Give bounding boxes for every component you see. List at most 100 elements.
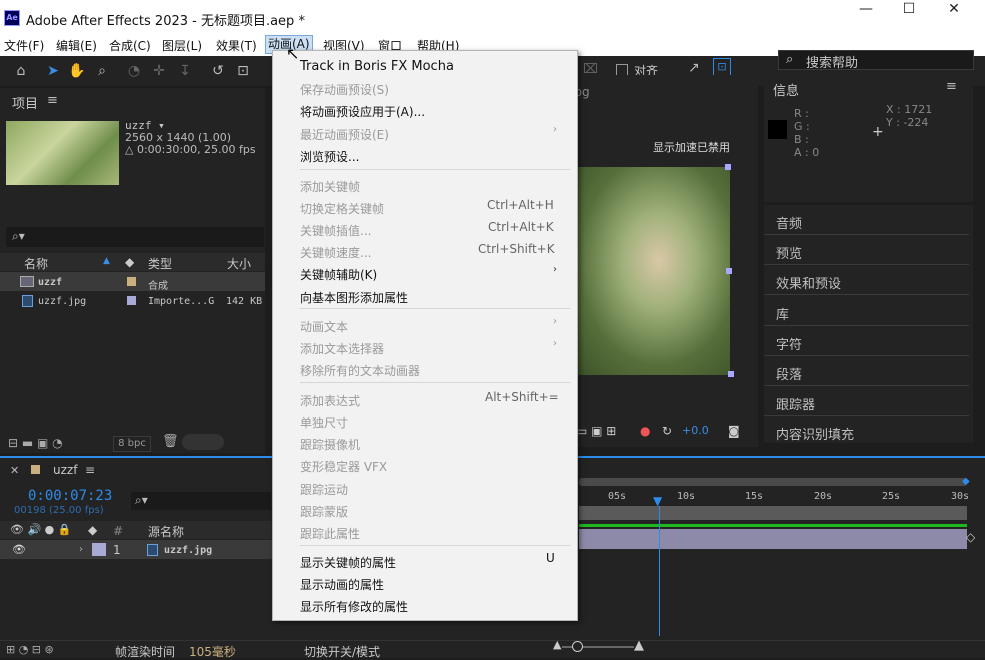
menu-composition[interactable]: 合成(C) [109,37,151,54]
orbit-tool-icon[interactable]: ◔ [125,62,143,80]
transform-handle[interactable] [725,164,731,170]
panel-character[interactable]: 字符 [776,334,802,353]
interpret-footage-icon[interactable]: ⊟ ▬ ▣ ◔ [8,436,63,450]
timeline-comp-tab[interactable]: uzzf [53,463,77,477]
expand-icon[interactable]: ↗ [688,60,700,76]
selection-tool-icon[interactable]: ➤ [44,62,62,80]
layer-duration-bar[interactable] [579,529,967,549]
minimize-button[interactable]: — [843,0,889,20]
panel-menu-icon[interactable]: ≡ [47,93,58,108]
zoom-in-icon[interactable]: ▲ [634,638,644,653]
pan-tool-icon[interactable]: ✛ [150,62,168,80]
menu-item-toggle-hold-keyframe[interactable]: 切换定格关键帧 [300,200,384,217]
column-type[interactable]: 类型 [148,255,172,272]
menu-item-track-this-property[interactable]: 跟踪此属性 [300,525,360,542]
footer-switch-icons[interactable]: ⊞ ◔ ⊟ ⊛ [6,643,54,656]
menu-item-separate-dimensions[interactable]: 单独尺寸 [300,414,348,431]
menu-item-reveal-keyframe-properties[interactable]: 显示关键帧的属性 [300,554,396,571]
viewer-controls[interactable]: ▭ ▣ ⊞ [576,424,616,438]
layer-label-color[interactable] [92,543,106,556]
transform-handle[interactable] [726,268,732,274]
current-timecode[interactable]: 0:00:07:23 [28,488,112,504]
anchor-tool-icon[interactable]: ⊡ [234,62,252,80]
composition-preview-image[interactable] [572,167,730,375]
channel-icon[interactable]: ● [640,424,650,438]
menu-item-track-mocha[interactable]: Track in Boris FX Mocha [300,59,454,74]
panel-preview[interactable]: 预览 [776,243,802,262]
rotate-tool-icon[interactable]: ↺ [209,62,227,80]
work-area-bar[interactable] [579,478,967,486]
keyframe-navigator-icon[interactable]: ◇ [966,530,975,544]
menu-item-add-expression[interactable]: 添加表达式 [300,392,360,409]
menu-item-warp-stabilizer[interactable]: 变形稳定器 VFX [300,458,387,475]
menu-item-keyframe-velocity[interactable]: 关键帧速度... [300,244,371,261]
panel-libraries[interactable]: 库 [776,304,789,323]
menu-item-save-preset[interactable]: 保存动画预设(S) [300,81,389,98]
column-source-name[interactable]: 源名称 [148,523,184,540]
transform-handle[interactable] [728,371,734,377]
menu-file[interactable]: 文件(F) [4,37,44,54]
exposure-value[interactable]: +0.0 [682,424,709,437]
layer-row[interactable] [0,540,272,559]
maximize-button[interactable]: ☐ [886,0,932,20]
toggle-switches-modes-button[interactable]: 切换开关/模式 [304,643,380,660]
menu-item-track-motion[interactable]: 跟踪运动 [300,481,348,498]
menu-item-browse-presets[interactable]: 浏览预设... [300,148,359,165]
trash-icon[interactable]: 🗑 [162,434,179,449]
snapshot-icon[interactable]: ◙ [728,424,740,438]
project-search-input[interactable] [6,227,264,247]
panel-audio[interactable]: 音频 [776,213,802,232]
hand-tool-icon[interactable]: ✋ [68,62,86,80]
panel-menu-icon[interactable]: ≡ [85,463,95,477]
menu-item-add-text-selector[interactable]: 添加文本选择器 [300,340,384,357]
project-slider[interactable] [182,434,224,450]
zoom-tool-icon[interactable]: ⌕ [93,62,111,80]
close-button[interactable]: ✕ [931,0,977,20]
menu-item-remove-text-animators[interactable]: 移除所有的文本动画器 [300,362,420,379]
menu-item-add-keyframe[interactable]: 添加关键帧 [300,178,360,195]
panel-menu-icon[interactable]: ≡ [946,79,957,94]
label-tag-icon[interactable]: ◆ [88,523,97,537]
home-icon[interactable]: ⌂ [12,62,30,80]
panel-paragraph[interactable]: 段落 [776,364,802,383]
panel-content-aware-fill[interactable]: 内容识别填充 [776,424,854,443]
av-switch-icons[interactable]: 👁 🔊 ● 🔒 [10,523,71,536]
menu-item-add-to-essential-graphics[interactable]: 向基本图形添加属性 [300,289,408,306]
reset-exposure-icon[interactable]: ↻ [662,424,672,438]
menu-item-track-mask[interactable]: 跟踪蒙版 [300,503,348,520]
sort-asc-icon[interactable]: ▲ [103,256,110,266]
zoom-slider-thumb[interactable] [572,641,583,652]
menu-item-reveal-modified-properties[interactable]: 显示所有修改的属性 [300,598,408,615]
work-area-range[interactable] [579,506,967,520]
panel-tracker[interactable]: 跟踪器 [776,394,815,413]
layer-name[interactable]: uzzf.jpg [164,545,212,556]
label-color-swatch[interactable] [127,277,136,286]
close-tab-icon[interactable]: ✕ [10,464,19,477]
zoom-out-icon[interactable]: ▲ [553,638,561,651]
menu-item-animate-text[interactable]: 动画文本 [300,318,348,335]
menu-item-recent-presets[interactable]: 最近动画预设(E) [300,126,389,143]
column-size[interactable]: 大小 [227,255,251,272]
bpc-button[interactable]: 8 bpc [113,436,151,452]
menu-edit[interactable]: 编辑(E) [56,37,97,54]
menu-item-keyframe-interpolation[interactable]: 关键帧插值... [300,222,371,239]
current-time-indicator[interactable] [659,506,660,636]
workspace-icon[interactable]: ⊡ [713,58,731,76]
work-area-end-handle[interactable]: ◆ [962,476,970,487]
menu-effect[interactable]: 效果(T) [216,37,257,54]
timeline-search-input[interactable] [131,492,271,510]
submenu-arrow-icon: › [553,316,557,327]
menu-layer[interactable]: 图层(L) [162,37,202,54]
expand-layer-chevron-icon[interactable]: › [79,544,83,555]
label-tag-icon[interactable]: ◆ [125,255,134,269]
menu-item-reveal-animated-properties[interactable]: 显示动画的属性 [300,576,384,593]
menu-item-keyframe-assistant[interactable]: 关键帧辅助(K) [300,266,377,283]
menu-item-apply-preset[interactable]: 将动画预设应用于(A)... [300,103,425,120]
panel-effects-presets[interactable]: 效果和预设 [776,273,841,292]
visibility-eye-icon[interactable]: 👁 [12,543,26,556]
playhead-icon[interactable]: ▼ [653,494,662,508]
dolly-tool-icon[interactable]: ↧ [176,62,194,80]
menu-item-track-camera[interactable]: 跟踪摄像机 [300,436,360,453]
label-color-swatch[interactable] [127,296,136,305]
column-name[interactable]: 名称 [24,255,48,272]
